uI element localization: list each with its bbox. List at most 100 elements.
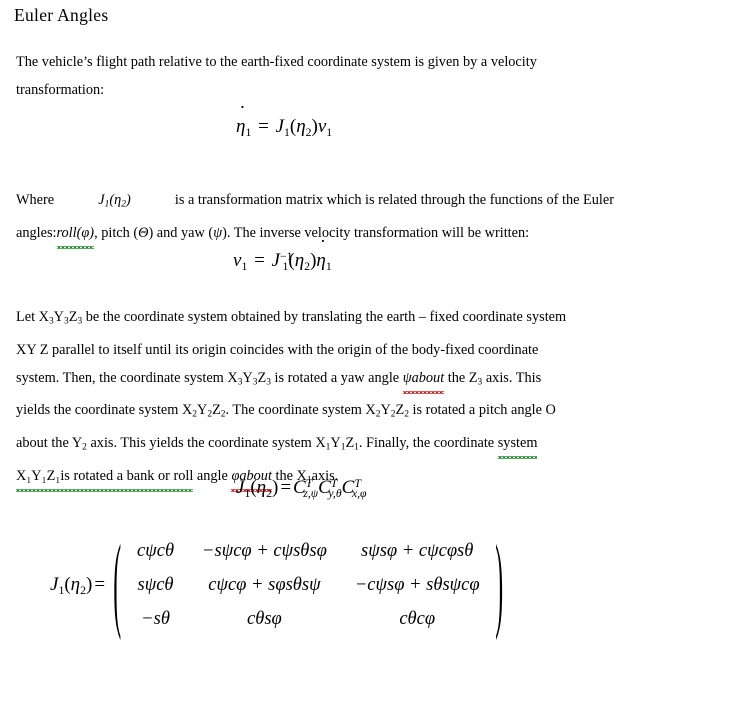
nu-subscript: 1 [241,259,248,273]
paragraph-line-text: transformation: [16,82,105,98]
J-symbol: J [275,116,284,137]
psi-about-text: ψabout [402,369,445,386]
nu-subscript: 1 [326,125,333,139]
psi-symbol: ψ [213,224,223,241]
paragraph-line-segment: yields the coordinate system X2Y2Z2. The… [16,396,556,429]
text: yields the coordinate system X [16,402,193,419]
paragraph-line: The vehicle’s flight path relative to th… [16,48,614,76]
text: is rotated a yaw angle [270,369,403,386]
matrix-cell-r3c1: −sθ [141,608,170,629]
paragraph-line-segment: Let X3Y3Z3 be the coordinate system obta… [16,303,566,336]
matrix-cell-r2c1: sψcθ [137,575,174,596]
text: Y [330,434,341,451]
paragraph-line: Where J1(η2) is a transformation matrix … [16,186,614,219]
bank-roll-text: X₁Y₁Z₁is rotated a bank or roll [16,467,194,484]
matrix-cell-r1c2: −sψcφ + cψsθsφ [202,541,327,562]
where-word: Where [16,192,55,208]
matrix-left-bracket: ( [112,527,123,645]
text: Y [197,402,208,419]
paragraph-line: XY Z parallel to itself until its origin… [16,336,616,364]
equation-inverse-velocity-transformation: ν1 = J−11(η2)η1 [233,250,332,274]
equation-J1-as-rotation-product: J1(η2) = CTz,ψCTy,θCTx,φ [236,477,367,501]
eta-dot-subscript: 1 [245,125,252,139]
text: . The coordinate system X [225,402,376,419]
text: axis. This yields the coordinate system … [86,434,326,451]
eta-symbol: η [256,477,267,499]
text: Z [212,402,221,419]
matrix-cell-r2c3: −cψsφ + sθsψcφ [354,575,480,596]
equals-sign: = [258,116,269,137]
paragraph-line-segment: about the Y2 axis. This yields the coord… [16,429,537,462]
matrix-row: cψcθ −sψcφ + cψsθsφ sψsφ + cψcφsθ [123,535,494,569]
paragraph-line: system. Then, the coordinate system X3Y3… [16,364,616,397]
paragraph-line: Let X3Y3Z3 be the coordinate system obta… [16,303,616,336]
equals-sign: = [94,574,106,596]
matrix-row: sψcθ cψcφ + sφsθsψ −cψsφ + sθsψcφ [123,569,494,603]
text: angle [193,467,232,484]
text: the Z [444,369,478,386]
matrix-lhs: J1(η2) = [50,574,112,598]
paragraph-line-segment: Where [16,186,54,219]
matrix-body: cψcθ −sψcφ + cψsθsφ sψsφ + cψcφsθ sψcθ c… [123,535,494,636]
text: axis. This [482,369,542,386]
paragraph-line: angles: roll(φ), pitch (Θ) and yaw (ψ). … [16,219,614,249]
equation-J1-matrix: J1(η2) = ( cψcθ −sψcφ + cψsθsφ sψsφ + cψc… [50,527,505,645]
text: be the coordinate system obtained by tra… [82,309,567,325]
eta-symbol: η [294,250,305,272]
C-y-theta-subscript: y,θ [328,486,342,500]
spell-flagged-psi-about: ψabout [402,364,445,394]
matrix-cell-r1c3: sψsφ + cψcφsθ [361,541,474,562]
grammar-flagged-roll-phi: roll(φ) [56,219,95,249]
left-paren-glyph: ( [113,527,122,645]
eta-symbol: η [70,574,81,596]
text: is rotated a pitch angle O [408,402,556,419]
roll-phi-text: roll(φ) [56,224,95,241]
C-x-phi-subscript: x,φ [351,486,367,500]
paragraph-line-segment: is a transformation matrix which is rela… [174,192,614,208]
text: Z [395,402,405,419]
close-paren: ) [125,192,131,208]
text: Z [257,369,267,386]
equals-sign: = [254,250,265,272]
text: system. Then, the coordinate system X [16,369,238,386]
system-text: system [497,434,538,451]
paragraph-line: yields the coordinate system X2Y2Z2. The… [16,396,616,429]
page-title: Euler Angles [14,5,109,25]
paragraph-line-segment: angles: [16,224,57,241]
paragraph-where: Where J1(η2) is a transformation matrix … [16,186,614,249]
rotation-matrix: cψcθ −sψcφ + cψsθsφ sψsφ + cψcφsθ sψcθ c… [123,535,494,636]
eta-symbol: η [296,116,306,137]
text: Y [53,309,64,325]
C-z-psi-subscript: z,ψ [303,486,319,500]
theta-symbol: Θ [138,224,149,241]
eta-dot-symbol: η [316,250,325,272]
text: about the Y [16,434,83,451]
document-page: Euler Angles The vehicle’s flight path r… [0,0,734,703]
right-paren-glyph: ) [495,527,504,645]
text: Z [345,434,355,451]
matrix-cell-r1c1: cψcθ [137,541,175,562]
matrix-cell-r2c2: cψcφ + sφsθsψ [208,575,321,596]
equals-sign: = [280,477,292,499]
equation-velocity-transformation: η1 = J1(η2)ν1 [236,116,332,140]
paragraph-line-text: The vehicle’s flight path relative to th… [16,54,537,70]
paragraph-line: transformation: [16,76,614,104]
matrix-cell-r3c2: cθsφ [247,608,282,629]
text: . Finally, the coordinate [358,434,498,451]
paragraph-line-segment: system. Then, the coordinate system X3Y3… [16,364,541,397]
paragraph-line-segment: XY Z parallel to itself until its origin… [16,341,539,358]
paragraph-coordinate-systems: Let X3Y3Z3 be the coordinate system obta… [16,303,616,494]
paragraph-line-segment: ) and yaw ( [148,224,214,241]
text: Let X [16,309,49,325]
matrix-row: −sθ cθsφ cθcφ [123,603,494,637]
paragraph-line: about the Y2 axis. This yields the coord… [16,429,616,462]
paragraph-line-segment: ). The inverse velocity transformation w… [222,224,530,241]
text: Y [380,402,391,419]
matrix-right-bracket: ) [494,527,505,645]
paragraph-intro: The vehicle’s flight path relative to th… [16,48,614,104]
matrix-cell-r3c3: cθcφ [399,608,436,629]
eta-dot-subscript: 1 [325,259,332,273]
eta-dot-symbol: η [236,116,245,138]
inline-math-J1-eta2: J1(η2) [98,186,130,219]
text: Y [242,369,253,386]
